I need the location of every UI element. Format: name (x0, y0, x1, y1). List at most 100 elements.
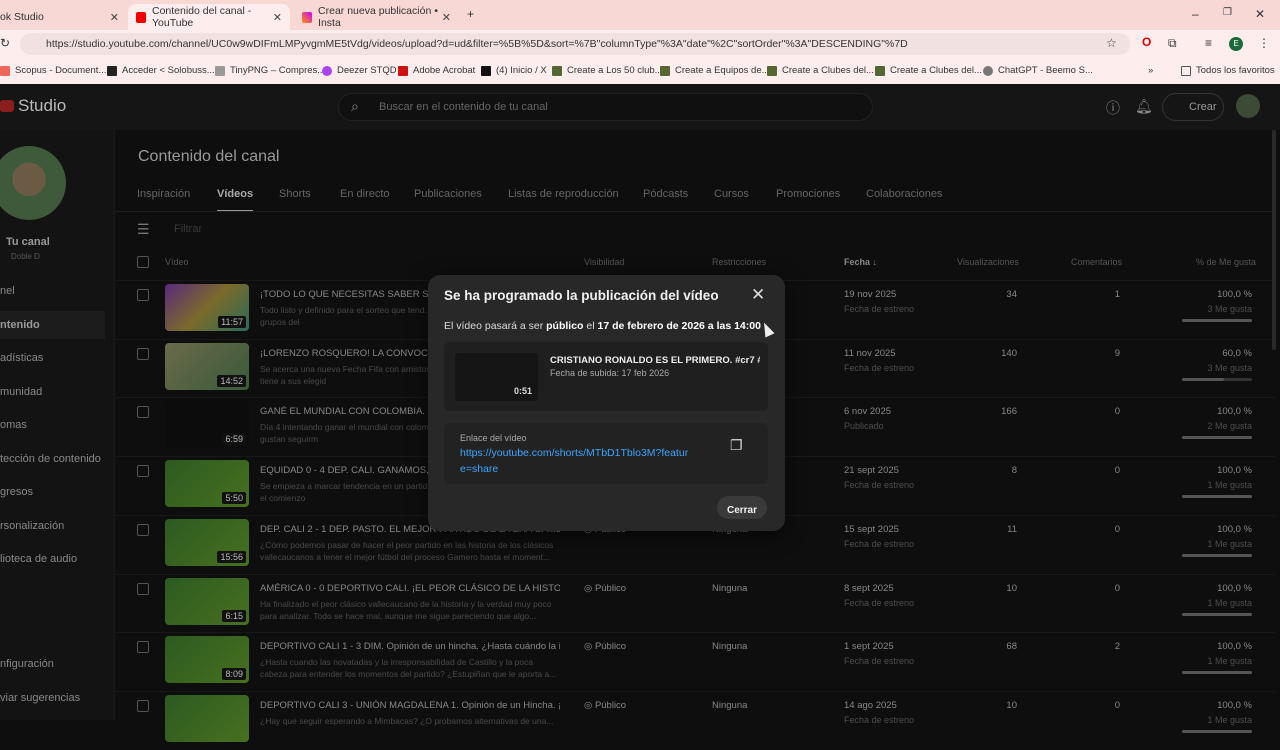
video-link[interactable]: https://youtube.com/shorts/MTbD1Tblo3M?f… (460, 445, 690, 477)
table-row[interactable]: DEPORTIVO CALI 3 - UNIÓN MAGDALENA 1. Op… (115, 690, 1275, 750)
bookmark[interactable]: Create a Clubes del... (875, 65, 982, 76)
sidebar-item-settings[interactable]: nfiguración (0, 658, 54, 670)
filter-input[interactable]: Filtrar (174, 223, 202, 235)
create-button[interactable]: Crear (1162, 93, 1224, 121)
row-checkbox[interactable] (137, 347, 149, 360)
tab-podcasts[interactable]: Pódcasts (643, 188, 688, 200)
bookmark-star-icon[interactable]: ☆ (1106, 36, 1117, 50)
video-thumbnail[interactable]: 8:09 (165, 636, 249, 684)
menu-icon[interactable]: ⋮ (1258, 36, 1270, 50)
bookmark[interactable]: (4) Inicio / X (481, 65, 547, 76)
browser-tab[interactable]: Crear nueva publicación • Insta ✕ (294, 4, 459, 30)
search-input[interactable]: ⌕ Buscar en el contenido de tu canal (338, 93, 873, 121)
video-thumbnail[interactable]: 14:52 (165, 342, 249, 390)
bookmark[interactable]: Adobe Acrobat (398, 65, 475, 76)
opera-extension-icon[interactable]: O (1142, 35, 1151, 49)
close-tab-icon[interactable]: ✕ (110, 11, 119, 24)
visibility[interactable]: ◎ Público (584, 583, 626, 594)
restore-icon[interactable]: ❐ (1223, 7, 1232, 18)
profile-avatar[interactable]: E (1229, 37, 1243, 51)
tab-promotions[interactable]: Promociones (776, 188, 840, 200)
account-avatar[interactable] (1236, 94, 1260, 118)
bookmark[interactable]: TinyPNG – Compres... (215, 65, 325, 76)
sidebar-item-analytics[interactable]: adísticas (0, 352, 43, 364)
visibility[interactable]: ◎ Público (584, 641, 626, 652)
reload-icon[interactable]: ↻ (0, 36, 10, 50)
row-checkbox[interactable] (137, 406, 149, 419)
filter-icon[interactable]: ☰ (137, 221, 150, 238)
new-tab-icon[interactable]: + (467, 7, 474, 21)
bookmark[interactable]: Acceder < Solobuss... (107, 65, 215, 76)
video-thumbnail[interactable]: 6:59 (165, 401, 249, 449)
row-checkbox[interactable] (137, 523, 149, 536)
restrictions: Ninguna (712, 699, 748, 711)
tab-inspiration[interactable]: Inspiración (137, 188, 190, 200)
tab-shorts[interactable]: Shorts (279, 188, 311, 200)
video-thumbnail[interactable]: 15:56 (165, 518, 249, 566)
browser-tab[interactable]: ok Studio ✕ (0, 4, 127, 30)
bookmark[interactable]: Deezer STQD (322, 65, 397, 76)
column-header-views[interactable]: Visualizaciones (957, 257, 1019, 267)
sidebar-item-customization[interactable]: rsonalización (0, 520, 64, 532)
help-icon[interactable]: ⓘ (1106, 98, 1120, 118)
close-tab-icon[interactable]: ✕ (273, 11, 282, 24)
media-icon[interactable]: ≡ (1205, 36, 1212, 50)
sidebar-item-audio-library[interactable]: lioteca de audio (0, 553, 77, 565)
notifications-icon[interactable]: 🔔︎ (1135, 98, 1153, 115)
row-checkbox[interactable] (137, 289, 149, 301)
close-tab-icon[interactable]: ✕ (442, 11, 451, 24)
column-header-visibility[interactable]: Visibilidad (584, 257, 624, 267)
close-icon[interactable]: ✕ (751, 285, 765, 305)
tab-playlists[interactable]: Listas de reproducción (508, 188, 619, 200)
sidebar-item-languages[interactable]: omas (0, 419, 27, 431)
sidebar-item-feedback[interactable]: viar sugerencias (0, 692, 80, 704)
more-bookmarks-icon[interactable]: » (1148, 65, 1153, 76)
video-thumbnail[interactable]: 0:51 (455, 353, 538, 401)
row-checkbox[interactable] (137, 699, 149, 712)
studio-logo[interactable]: Studio (0, 96, 66, 116)
select-all-checkbox[interactable] (137, 256, 149, 268)
extensions-icon[interactable]: ⧉ (1168, 36, 1177, 51)
tab-collaborations[interactable]: Colaboraciones (866, 188, 942, 200)
close-button[interactable]: Cerrar (717, 496, 767, 519)
sidebar-item-panel[interactable]: nel (0, 285, 15, 297)
scrollbar[interactable] (1272, 130, 1276, 350)
visibility[interactable]: ◎ Público (584, 700, 626, 711)
video-thumbnail[interactable]: 6:15 (165, 577, 249, 625)
video-thumbnail[interactable] (165, 694, 249, 742)
tab-courses[interactable]: Cursos (714, 188, 749, 200)
sidebar-item-earnings[interactable]: gresos (0, 486, 33, 498)
copy-icon[interactable]: ❐ (730, 437, 743, 454)
table-row[interactable]: 8:09 DEPORTIVO CALI 1 - 3 DIM. Opinión d… (115, 632, 1275, 691)
close-window-icon[interactable]: ✕ (1255, 7, 1265, 21)
row-checkbox[interactable] (137, 641, 149, 654)
video-title[interactable]: DEPORTIVO CALI 3 - UNIÓN MAGDALENA 1. Op… (260, 700, 560, 711)
column-header-restrictions[interactable]: Restricciones (712, 257, 766, 267)
bookmark[interactable]: Create a Los 50 club... (552, 65, 663, 76)
video-title[interactable]: AMÉRICA 0 - 0 DEPORTIVO CALI. ¡EL PEOR C… (260, 583, 560, 594)
row-checkbox[interactable] (137, 582, 149, 595)
bookmark[interactable]: Create a Clubes del... (767, 65, 874, 76)
bookmark[interactable]: Scopus - Document... (0, 65, 106, 76)
browser-tab-active[interactable]: Contenido del canal - YouTube ✕ (128, 4, 290, 30)
column-header-comments[interactable]: Comentarios (1071, 257, 1122, 267)
video-thumbnail[interactable]: 11:57 (165, 284, 249, 331)
column-header-likes[interactable]: % de Me gusta (1196, 257, 1256, 267)
video-title[interactable]: DEPORTIVO CALI 1 - 3 DIM. Opinión de un … (260, 641, 560, 652)
row-checkbox[interactable] (137, 465, 149, 478)
tab-posts[interactable]: Publicaciones (414, 188, 482, 200)
minimize-icon[interactable]: – (1192, 7, 1199, 21)
table-row[interactable]: 6:15 AMÉRICA 0 - 0 DEPORTIVO CALI. ¡EL P… (115, 573, 1275, 633)
tab-live[interactable]: En directo (340, 188, 390, 200)
column-header-date[interactable]: Fecha ↓ (844, 257, 877, 267)
bookmark[interactable]: Create a Equipos de... (660, 65, 770, 76)
video-thumbnail[interactable]: 5:50 (165, 460, 249, 508)
all-bookmarks-folder[interactable]: Todos los favoritos (1181, 65, 1275, 76)
sidebar-item-content[interactable]: ntenido (0, 311, 105, 339)
bookmark[interactable]: ChatGPT - Beemo S... (983, 65, 1093, 76)
channel-avatar[interactable] (0, 146, 66, 220)
sidebar-item-community[interactable]: munidad (0, 386, 42, 398)
tab-videos[interactable]: Vídeos (217, 188, 254, 212)
url-field[interactable]: https://studio.youtube.com/channel/UC0w9… (20, 33, 1130, 55)
sidebar-item-content-protection[interactable]: tección de contenido (0, 453, 101, 465)
